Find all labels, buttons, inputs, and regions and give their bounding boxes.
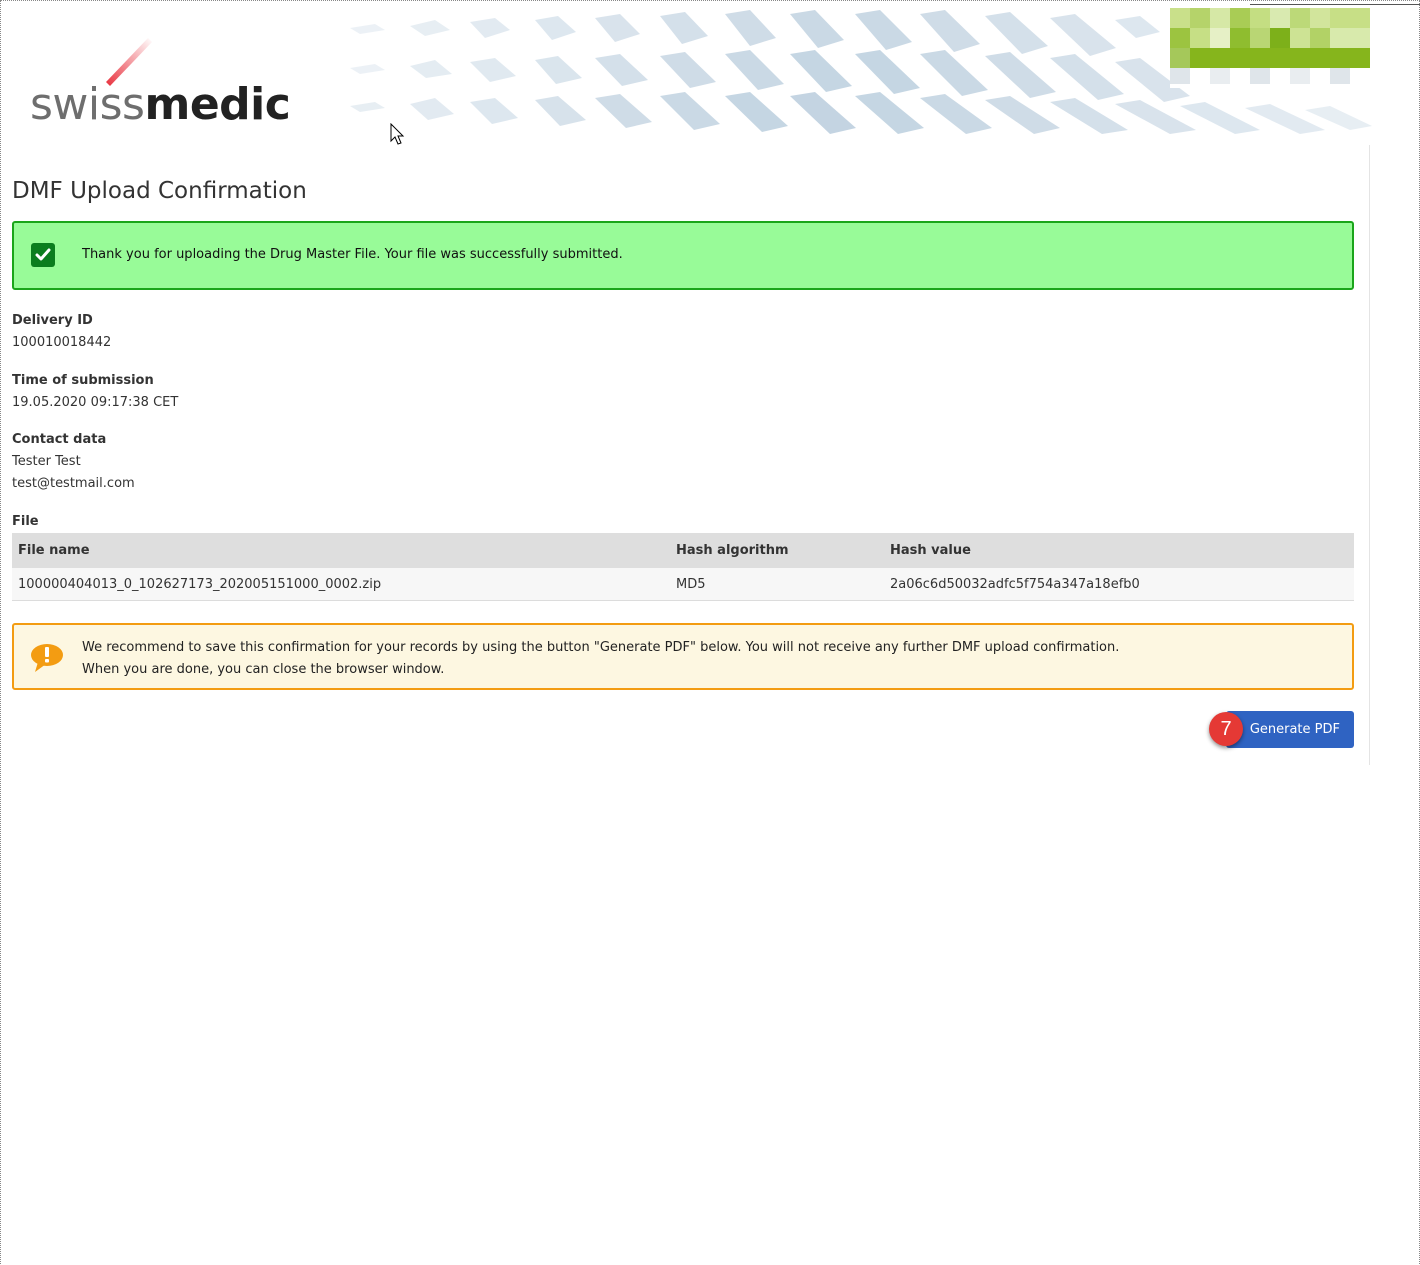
warning-line-2: When you are done, you can close the bro… xyxy=(82,662,445,677)
file-table: File name Hash algorithm Hash value 1000… xyxy=(12,533,1354,601)
warning-message: We recommend to save this confirmation f… xyxy=(82,637,1119,681)
exclamation-speech-icon xyxy=(31,644,63,672)
content-edge xyxy=(1369,145,1370,765)
contact-name: Tester Test xyxy=(12,454,81,469)
cell-hash-value: 2a06c6d50032adfc5f754a347a18efb0 xyxy=(884,568,1354,601)
success-message: Thank you for uploading the Drug Master … xyxy=(82,247,623,262)
cell-hash-algorithm: MD5 xyxy=(670,568,884,601)
check-icon xyxy=(31,243,55,267)
top-divider xyxy=(1250,4,1420,5)
cell-file-name: 100000404013_0_102627173_202005151000_00… xyxy=(12,568,670,601)
col-hash-algorithm: Hash algorithm xyxy=(670,533,884,568)
contact-data-label: Contact data xyxy=(12,432,107,447)
logo-text-dark: medic xyxy=(144,79,291,130)
logo-text-light: swiss xyxy=(30,79,145,130)
pixel-pattern-graphic xyxy=(1170,8,1370,88)
col-hash-value: Hash value xyxy=(884,533,1354,568)
submission-time-value: 19.05.2020 09:17:38 CET xyxy=(12,395,179,410)
success-alert: Thank you for uploading the Drug Master … xyxy=(12,221,1354,290)
delivery-id-value: 100010018442 xyxy=(12,335,112,350)
warning-alert: We recommend to save this confirmation f… xyxy=(12,623,1354,690)
generate-pdf-button[interactable]: Generate PDF xyxy=(1226,711,1354,748)
file-label: File xyxy=(12,514,39,529)
mouse-pointer-icon xyxy=(390,123,405,145)
warning-line-1: We recommend to save this confirmation f… xyxy=(82,640,1120,655)
table-header-row: File name Hash algorithm Hash value xyxy=(12,533,1354,568)
contact-email: test@testmail.com xyxy=(12,476,135,491)
delivery-id-label: Delivery ID xyxy=(12,313,93,328)
swissmedic-logo: swissmedic xyxy=(30,78,291,132)
col-file-name: File name xyxy=(12,533,670,568)
step-badge: 7 xyxy=(1209,712,1243,746)
header: swissmedic xyxy=(0,6,1372,145)
page-title: DMF Upload Confirmation xyxy=(12,178,307,204)
table-row: 100000404013_0_102627173_202005151000_00… xyxy=(12,568,1354,601)
submission-time-label: Time of submission xyxy=(12,373,154,388)
